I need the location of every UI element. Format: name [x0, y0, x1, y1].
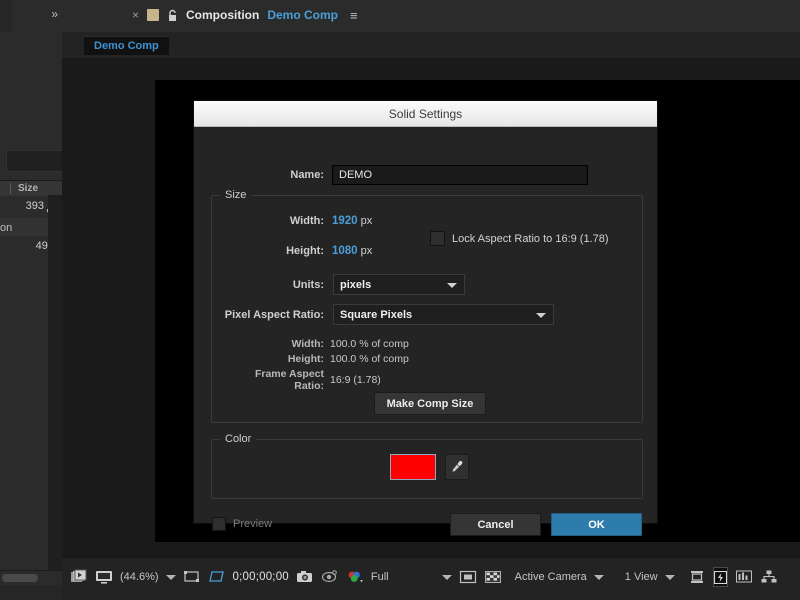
units-value: pixels	[340, 278, 372, 291]
zoom-level[interactable]: (44.6%)	[120, 571, 159, 583]
composition-tab[interactable]: × Composition Demo Comp ≡	[132, 8, 358, 22]
expand-panels-icon[interactable]: »	[51, 8, 58, 20]
panel-title: Composition	[186, 8, 260, 22]
camera-caret-icon[interactable]	[593, 574, 604, 580]
size-group-label: Size	[220, 189, 252, 201]
lock-icon[interactable]	[167, 9, 178, 22]
sidebar-top-edge	[0, 0, 12, 32]
dialog-title-bar: Solid Settings	[194, 101, 657, 127]
name-label: Name:	[290, 169, 324, 181]
color-swatch[interactable]	[390, 454, 436, 480]
info-width-label: Width:	[291, 338, 324, 350]
chevron-down-icon	[536, 312, 546, 318]
sidebar-top-bar: »	[0, 0, 62, 32]
chevron-down-icon	[447, 282, 457, 288]
resolution-caret-icon[interactable]	[441, 574, 452, 580]
panel-menu-icon[interactable]: ≡	[350, 9, 358, 22]
make-comp-size-button[interactable]: Make Comp Size	[374, 392, 486, 415]
name-input-value: DEMO	[339, 169, 372, 181]
project-row-size: 393	[25, 200, 44, 212]
height-value[interactable]: 1080	[332, 245, 358, 257]
project-panel-edge	[48, 195, 62, 570]
channel-icon[interactable]	[346, 569, 364, 585]
width-unit: px	[360, 215, 373, 227]
current-timecode[interactable]: 0;00;00;00	[233, 571, 289, 583]
panel-comp-name: Demo Comp	[267, 8, 339, 22]
column-header-size: Size	[18, 183, 39, 194]
info-width-value: 100.0 % of comp	[330, 338, 409, 350]
tab-demo-comp[interactable]: Demo Comp	[84, 36, 169, 55]
eyedropper-icon	[452, 461, 463, 472]
view-layout-value[interactable]: 1 View	[625, 571, 658, 583]
pixel-aspect-label: Pixel Aspect Ratio:	[224, 308, 324, 321]
always-preview-icon[interactable]	[70, 569, 88, 585]
project-search-input[interactable]	[6, 150, 62, 172]
resolution-value[interactable]: Full	[371, 571, 389, 583]
project-horizontal-scrollbar[interactable]	[0, 570, 62, 585]
main-viewer-icon[interactable]	[95, 569, 113, 585]
scrollbar-thumb[interactable]	[2, 574, 38, 582]
fast-previews-icon[interactable]	[712, 567, 728, 587]
width-row: Width: 1920 px	[257, 215, 372, 227]
info-far-row: Frame Aspect Ratio: 16:9 (1.78)	[223, 368, 381, 392]
dialog-title: Solid Settings	[388, 106, 463, 121]
close-icon[interactable]: ×	[132, 9, 139, 21]
height-unit: px	[360, 245, 373, 257]
project-panel-sidebar: » Size 393 on 491	[0, 0, 63, 600]
lock-aspect-row[interactable]: Lock Aspect Ratio to 16:9 (1.78)	[430, 231, 609, 246]
region-of-interest-icon[interactable]	[183, 569, 201, 585]
show-snapshot-icon[interactable]	[321, 569, 339, 585]
info-height-row: Height: 100.0 % of comp	[223, 353, 409, 365]
viewer-toolbar: (44.6%) 0;00;00;00 Full Active Camera 1 …	[62, 557, 800, 600]
cancel-label: Cancel	[477, 518, 514, 531]
info-height-value: 100.0 % of comp	[330, 353, 409, 365]
project-row-name-truncated: on	[0, 222, 13, 234]
units-label: Units:	[292, 278, 324, 291]
color-picker-row	[390, 454, 469, 480]
name-field-row: Name: DEMO	[274, 165, 588, 185]
info-width-row: Width: 100.0 % of comp	[223, 338, 409, 350]
comp-tab-strip: Demo Comp	[62, 32, 800, 59]
preview-checkbox[interactable]	[212, 517, 226, 531]
snapshot-icon[interactable]	[296, 569, 314, 585]
grid-guides-icon[interactable]	[208, 569, 226, 585]
info-height-label: Height:	[287, 353, 324, 365]
info-far-label: Frame Aspect Ratio:	[254, 368, 324, 392]
name-input[interactable]: DEMO	[332, 165, 588, 185]
solid-swatch-icon	[147, 9, 160, 21]
preview-row[interactable]: Preview	[212, 517, 272, 531]
cancel-button[interactable]: Cancel	[450, 513, 541, 536]
width-value[interactable]: 1920	[332, 215, 358, 227]
height-label: Height:	[286, 245, 324, 257]
after-effects-window: » Size 393 on 491 × Composition Demo Com…	[0, 0, 800, 600]
width-label: Width:	[289, 215, 324, 227]
view-caret-icon[interactable]	[664, 574, 675, 580]
make-comp-size-label: Make Comp Size	[386, 397, 474, 410]
preview-label: Preview	[233, 518, 273, 530]
pixel-aspect-value: Square Pixels	[340, 308, 413, 321]
units-row: Units: pixels	[257, 274, 465, 295]
lock-aspect-label: Lock Aspect Ratio to 16:9 (1.78)	[452, 232, 609, 245]
pixel-aspect-correction-icon[interactable]	[688, 569, 706, 585]
color-group-label: Color	[220, 433, 257, 445]
active-camera-value[interactable]: Active Camera	[515, 571, 587, 583]
flowchart-icon[interactable]	[760, 569, 778, 585]
eyedropper-button[interactable]	[445, 454, 469, 480]
ok-button[interactable]: OK	[551, 513, 642, 536]
region-interest-icon[interactable]	[459, 569, 477, 585]
timeline-icon[interactable]	[735, 569, 753, 585]
transparency-grid-icon[interactable]	[484, 569, 502, 585]
ok-label: OK	[588, 518, 605, 531]
pixel-aspect-row: Pixel Aspect Ratio: Square Pixels	[223, 304, 554, 325]
lock-aspect-checkbox[interactable]	[430, 231, 445, 246]
units-dropdown[interactable]: pixels	[333, 274, 465, 295]
pixel-aspect-dropdown[interactable]: Square Pixels	[333, 304, 554, 325]
tab-demo-comp-label: Demo Comp	[94, 40, 159, 52]
zoom-caret-icon[interactable]	[165, 574, 176, 580]
solid-settings-dialog: Solid Settings Name: DEMO Size Width: 19…	[193, 100, 658, 536]
info-far-value: 16:9 (1.78)	[330, 374, 381, 386]
panel-header: × Composition Demo Comp ≡	[62, 0, 800, 32]
column-divider	[10, 183, 11, 194]
height-row: Height: 1080 px	[257, 245, 372, 257]
